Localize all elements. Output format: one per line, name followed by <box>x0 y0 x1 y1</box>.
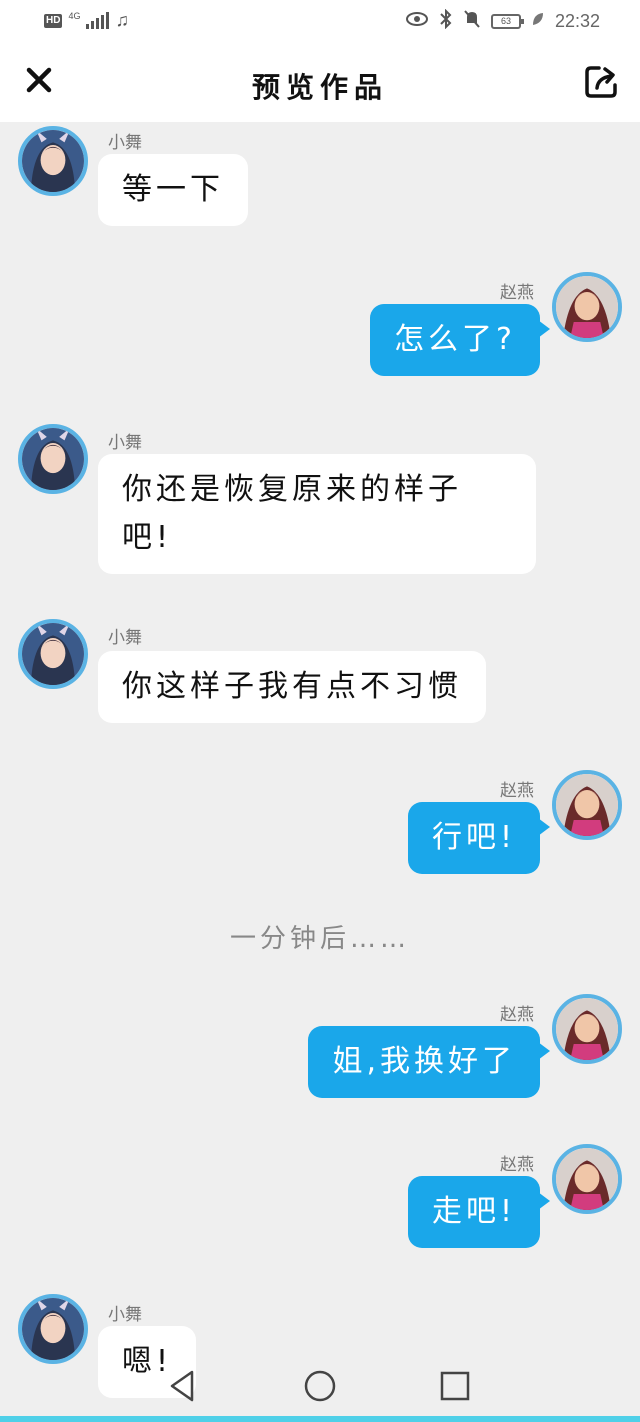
status-left: HD 4G ♫ <box>44 10 129 31</box>
message-left: 小舞 等一下 <box>0 122 640 242</box>
back-triangle-icon <box>170 1370 194 1402</box>
girl-avatar-icon <box>22 428 84 490</box>
girl-avatar-icon <box>22 623 84 685</box>
message-bubble[interactable]: 走吧! <box>407 1176 551 1248</box>
message-text: 你这样子我有点不习惯 <box>122 669 462 704</box>
girl-avatar-icon <box>556 998 618 1060</box>
bluetooth-icon <box>439 8 453 34</box>
page-title: 预览作品 <box>251 71 388 104</box>
girl-avatar-icon <box>556 1148 618 1210</box>
share-button[interactable] <box>582 63 620 101</box>
status-bar: HD 4G ♫ 63 22:32 <box>0 0 640 44</box>
eye-icon <box>405 11 429 32</box>
avatar-left[interactable] <box>18 126 88 196</box>
message-bubble[interactable]: 等一下 <box>98 154 248 226</box>
network-type: 4G <box>68 11 81 21</box>
mute-bell-icon <box>463 9 481 34</box>
girl-avatar-icon <box>22 130 84 192</box>
message-text-line: 你还是恢复原来的样子 <box>122 472 462 507</box>
sender-name: 小舞 <box>108 1305 142 1325</box>
message-text: 行吧! <box>431 820 516 855</box>
sender-name: 赵燕 <box>500 1005 534 1025</box>
recents-button[interactable] <box>435 1366 475 1406</box>
sender-name: 赵燕 <box>500 1155 534 1175</box>
message-bubble[interactable]: 你这样子我有点不习惯 <box>98 651 486 723</box>
avatar-left[interactable] <box>18 619 88 689</box>
home-circle-icon <box>304 1370 336 1402</box>
share-icon <box>585 66 617 98</box>
sender-name: 赵燕 <box>500 781 534 801</box>
avatar-left[interactable] <box>18 424 88 494</box>
girl-avatar-icon <box>556 774 618 836</box>
girl-avatar-icon <box>22 1298 84 1360</box>
music-icon: ♫ <box>115 10 129 30</box>
sender-name: 小舞 <box>108 628 142 648</box>
avatar-right[interactable] <box>552 1144 622 1214</box>
avatar-right[interactable] <box>552 272 622 342</box>
navigation-bar <box>0 1352 640 1422</box>
hd-badge: HD <box>44 13 63 28</box>
message-text: 等一下 <box>122 172 224 207</box>
message-bubble[interactable]: 你还是恢复原来的样子 吧! <box>98 454 536 574</box>
back-button[interactable] <box>164 1366 204 1406</box>
avatar-right[interactable] <box>552 994 622 1064</box>
message-left: 小舞 你这样子我有点不习惯 <box>0 619 640 739</box>
message-bubble[interactable]: 行吧! <box>407 802 551 874</box>
leaf-icon <box>531 11 545 32</box>
message-text: 怎么了? <box>394 322 516 357</box>
girl-avatar-icon <box>556 276 618 338</box>
message-right: 赵燕 怎么了? <box>0 272 640 392</box>
battery-icon: 63 <box>490 14 524 29</box>
message-text: 姐,我换好了 <box>332 1044 516 1079</box>
message-text: 走吧! <box>431 1194 516 1229</box>
message-bubble[interactable]: 怎么了? <box>370 304 550 376</box>
sender-name: 赵燕 <box>500 283 534 303</box>
message-right: 赵燕 走吧! <box>0 1144 640 1264</box>
message-left: 小舞 你还是恢复原来的样子 吧! <box>0 422 640 592</box>
sender-name: 小舞 <box>108 433 142 453</box>
bottom-accent-line <box>0 1416 640 1422</box>
narration-text: 一分钟后…… <box>229 924 410 954</box>
message-right: 赵燕 行吧! <box>0 770 640 890</box>
top-bar: 预览作品 <box>0 44 640 122</box>
message-bubble[interactable]: 姐,我换好了 <box>308 1026 550 1098</box>
message-right: 赵燕 姐,我换好了 <box>0 994 640 1114</box>
home-button[interactable] <box>300 1366 340 1406</box>
recents-square-icon <box>440 1371 470 1401</box>
status-right: 63 22:32 <box>405 8 600 34</box>
avatar-right[interactable] <box>552 770 622 840</box>
signal-icon <box>86 11 110 29</box>
message-text-line: 吧! <box>122 520 173 555</box>
chat-area[interactable]: 小舞 等一下 赵燕 怎么了? 小舞 你还是恢复原来的样子 吧! 小舞 你这样子我… <box>0 122 640 1422</box>
clock: 22:32 <box>554 11 600 31</box>
sender-name: 小舞 <box>108 133 142 153</box>
